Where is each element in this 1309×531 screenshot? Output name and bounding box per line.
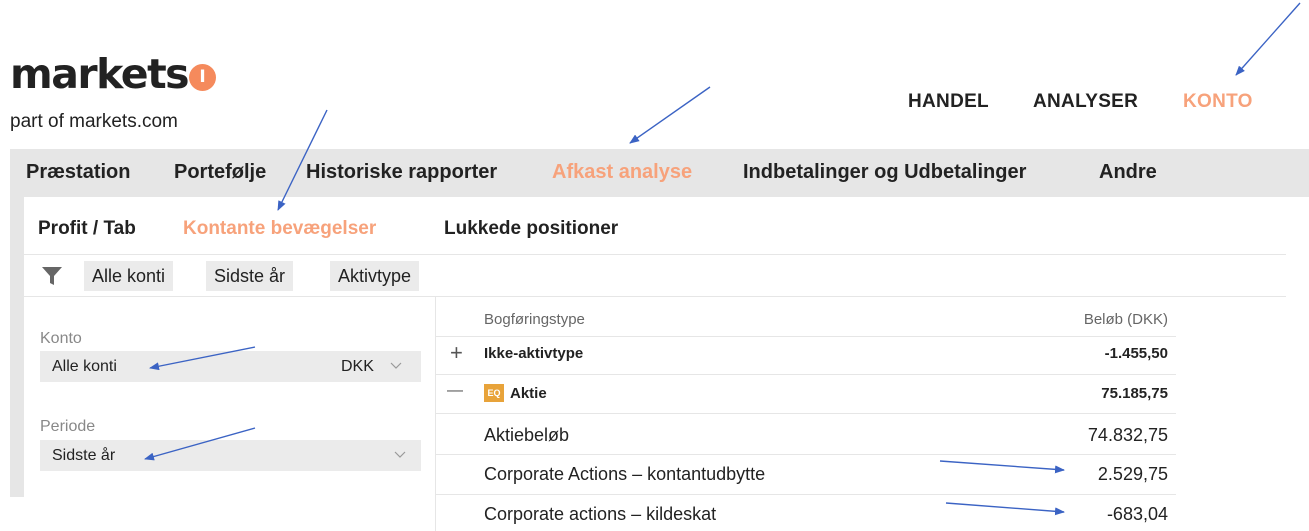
brand-logo: markets I bbox=[10, 54, 217, 95]
chevron-down-icon bbox=[390, 362, 402, 369]
collapse-icon[interactable]: — bbox=[447, 382, 463, 400]
row-kontantudbytte-amount: 2.529,75 bbox=[1097, 464, 1168, 484]
periode-value: Sidste år bbox=[52, 447, 116, 464]
table-row-divider bbox=[436, 374, 1176, 375]
group-aktie-amount: 75.185,75 bbox=[1101, 385, 1168, 402]
table-header-amount: Beløb (DKK) bbox=[1083, 311, 1168, 328]
table-row-divider bbox=[436, 336, 1176, 337]
table-row-divider bbox=[436, 454, 1176, 455]
subtab-divider bbox=[24, 254, 1286, 255]
main-tab-bar: Præstation Portefølje Historiske rapport… bbox=[10, 149, 1309, 197]
filter-divider bbox=[24, 296, 1286, 297]
tab-indbetalinger-udbetalinger[interactable]: Indbetalinger og Udbetalinger bbox=[743, 161, 1026, 184]
konto-value: Alle konti bbox=[52, 358, 117, 375]
table-row-divider bbox=[436, 494, 1176, 495]
periode-select[interactable]: Sidste år bbox=[40, 440, 421, 471]
periode-label: Periode bbox=[40, 418, 96, 435]
group-aktie[interactable]: Aktie bbox=[510, 385, 547, 402]
eq-badge-icon: EQ bbox=[484, 384, 504, 402]
row-kildeskat: Corporate actions – kildeskat bbox=[484, 504, 717, 524]
table-header-type: Bogføringstype bbox=[484, 311, 585, 328]
top-nav-konto[interactable]: KONTO bbox=[1183, 91, 1253, 113]
row-kontantudbytte: Corporate Actions – kontantudbytte bbox=[484, 464, 766, 484]
konto-currency: DKK bbox=[341, 358, 374, 375]
table-row-divider bbox=[436, 413, 1176, 414]
tab-andre[interactable]: Andre bbox=[1099, 161, 1157, 184]
expand-icon[interactable]: + bbox=[450, 340, 463, 366]
group-ikke-aktivtype-amount: -1.455,50 bbox=[1104, 345, 1168, 362]
filter-chip-alle-konti[interactable]: Alle konti bbox=[84, 261, 174, 291]
brand-name: markets bbox=[10, 50, 190, 98]
brand-logo-icon: I bbox=[189, 63, 217, 91]
filter-icon[interactable] bbox=[41, 265, 63, 287]
row-aktiebelob-amount: 74.832,75 bbox=[1087, 425, 1168, 445]
top-nav-handel[interactable]: HANDEL bbox=[908, 91, 989, 113]
chevron-down-icon bbox=[394, 451, 406, 458]
table-left-border bbox=[435, 297, 436, 531]
row-aktiebelob: Aktiebeløb bbox=[484, 425, 570, 445]
subtab-kontante-bevaegelser[interactable]: Kontante bevægelser bbox=[183, 218, 376, 240]
subtab-profit-tab[interactable]: Profit / Tab bbox=[38, 218, 136, 240]
filter-chip-aktivtype[interactable]: Aktivtype bbox=[330, 261, 420, 291]
brand-tagline: part of markets.com bbox=[10, 111, 178, 132]
top-nav-analyser[interactable]: ANALYSER bbox=[1033, 91, 1138, 113]
tab-historiske-rapporter[interactable]: Historiske rapporter bbox=[306, 161, 497, 184]
tab-portefolje[interactable]: Portefølje bbox=[174, 161, 266, 184]
content-left-edge bbox=[10, 197, 24, 497]
arrow-afkast-analyse bbox=[629, 86, 711, 144]
tab-praestation[interactable]: Præstation bbox=[26, 161, 130, 184]
group-ikke-aktivtype[interactable]: Ikke-aktivtype bbox=[484, 345, 583, 362]
tab-afkast-analyse[interactable]: Afkast analyse bbox=[552, 161, 692, 184]
subtab-lukkede-positioner[interactable]: Lukkede positioner bbox=[444, 218, 618, 240]
filter-chip-sidste-aar[interactable]: Sidste år bbox=[206, 261, 294, 291]
konto-label: Konto bbox=[40, 330, 82, 347]
row-kildeskat-amount: -683,04 bbox=[1106, 504, 1168, 524]
arrow-konto bbox=[1235, 2, 1301, 76]
konto-select[interactable]: Alle konti DKK bbox=[40, 351, 421, 382]
